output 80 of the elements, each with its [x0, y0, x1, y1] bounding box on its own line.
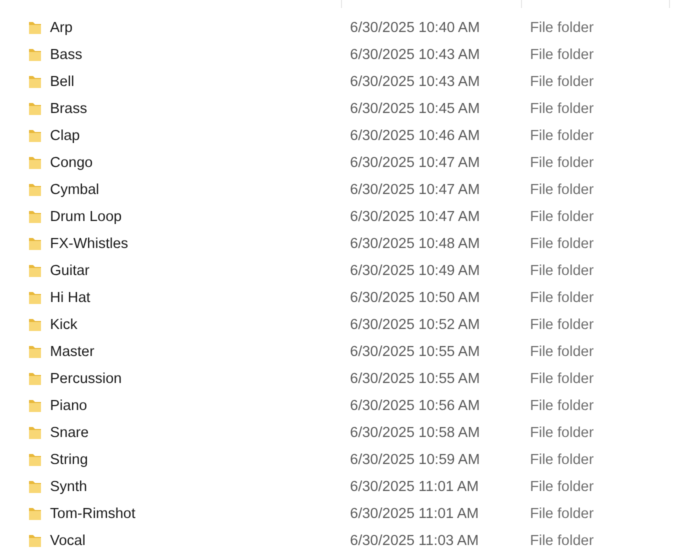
date-modified: 6/30/2025 10:43 AM: [349, 46, 481, 62]
file-name[interactable]: Arp: [50, 20, 73, 36]
file-name[interactable]: Bass: [50, 46, 82, 62]
date-modified: 6/30/2025 10:59 AM: [349, 452, 481, 468]
file-name[interactable]: Bell: [50, 74, 74, 90]
file-name[interactable]: Drum Loop: [50, 208, 122, 224]
folder-icon: [28, 20, 42, 35]
file-name[interactable]: Hi Hat: [50, 290, 90, 306]
date-modified: 6/30/2025 10:47 AM: [349, 182, 481, 198]
file-name[interactable]: FX-Whistles: [50, 236, 128, 252]
date-modified: 6/30/2025 11:03 AM: [349, 532, 480, 548]
date-modified: 6/30/2025 11:01 AM: [349, 506, 480, 522]
file-type: File folder: [529, 532, 595, 548]
file-type: File folder: [529, 398, 595, 414]
folder-icon: [28, 236, 42, 251]
date-modified: 6/30/2025 10:43 AM: [349, 74, 481, 90]
file-type: File folder: [529, 128, 595, 144]
folder-icon: [28, 425, 42, 440]
file-name[interactable]: Tom-Rimshot: [50, 506, 136, 522]
file-type: File folder: [529, 46, 595, 62]
date-modified: 6/30/2025 10:46 AM: [349, 128, 481, 144]
folder-icon: [28, 452, 42, 467]
folder-icon: [28, 290, 42, 305]
folder-icon: [28, 155, 42, 170]
file-type: File folder: [529, 236, 595, 252]
date-modified: 6/30/2025 10:47 AM: [349, 208, 481, 224]
file-type: File folder: [529, 424, 595, 440]
date-modified: 6/30/2025 10:48 AM: [349, 236, 481, 252]
file-name[interactable]: Percussion: [50, 370, 122, 386]
file-type: File folder: [529, 100, 595, 116]
file-type: File folder: [529, 182, 595, 198]
folder-icon: [28, 533, 42, 548]
folder-icon: [28, 263, 42, 278]
date-modified: 6/30/2025 10:40 AM: [349, 20, 481, 36]
folder-icon: [28, 74, 42, 89]
date-modified: 6/30/2025 10:50 AM: [349, 290, 481, 306]
folder-icon: [28, 506, 42, 521]
date-modified: 6/30/2025 10:49 AM: [349, 262, 481, 278]
folder-icon: [28, 371, 42, 386]
file-type: File folder: [529, 370, 595, 386]
file-name[interactable]: Synth: [50, 478, 88, 494]
date-modified: 6/30/2025 10:56 AM: [349, 398, 481, 414]
folder-icon: [28, 317, 42, 332]
file-name[interactable]: Clap: [50, 128, 80, 144]
folder-icon: [28, 47, 42, 62]
file-type: File folder: [529, 478, 595, 494]
folder-icon: [28, 344, 42, 359]
folder-icon: [28, 209, 42, 224]
file-name[interactable]: Cymbal: [50, 182, 100, 198]
file-type: File folder: [529, 262, 595, 278]
file-name[interactable]: Brass: [50, 100, 88, 116]
file-type: File folder: [529, 20, 595, 36]
folder-icon: [28, 398, 42, 413]
folder-icon: [28, 101, 42, 116]
file-name[interactable]: Vocal: [50, 532, 86, 548]
date-modified: 6/30/2025 10:58 AM: [349, 424, 481, 440]
date-modified: 6/30/2025 10:52 AM: [349, 316, 481, 332]
file-type: File folder: [529, 316, 595, 332]
date-modified: 6/30/2025 10:55 AM: [349, 344, 481, 360]
date-modified: 6/30/2025 10:55 AM: [349, 370, 481, 386]
file-name[interactable]: String: [50, 452, 88, 468]
file-type: File folder: [529, 506, 595, 522]
folder-icon: [28, 182, 42, 197]
file-type: File folder: [529, 452, 595, 468]
folder-icon: [28, 128, 42, 143]
date-modified: 6/30/2025 10:45 AM: [349, 100, 481, 116]
file-type: File folder: [529, 208, 595, 224]
file-type: File folder: [529, 290, 595, 306]
file-type: File folder: [529, 154, 595, 170]
file-name[interactable]: Snare: [50, 424, 89, 440]
date-modified: 6/30/2025 11:01 AM: [349, 478, 480, 494]
file-name[interactable]: Guitar: [50, 262, 90, 278]
file-name[interactable]: Piano: [50, 398, 88, 414]
file-type: File folder: [529, 344, 595, 360]
file-name[interactable]: Kick: [50, 316, 78, 332]
date-modified: 6/30/2025 10:47 AM: [349, 154, 481, 170]
folder-icon: [28, 479, 42, 494]
file-name[interactable]: Congo: [50, 154, 93, 170]
file-name[interactable]: Master: [50, 344, 94, 360]
file-type: File folder: [529, 74, 595, 90]
